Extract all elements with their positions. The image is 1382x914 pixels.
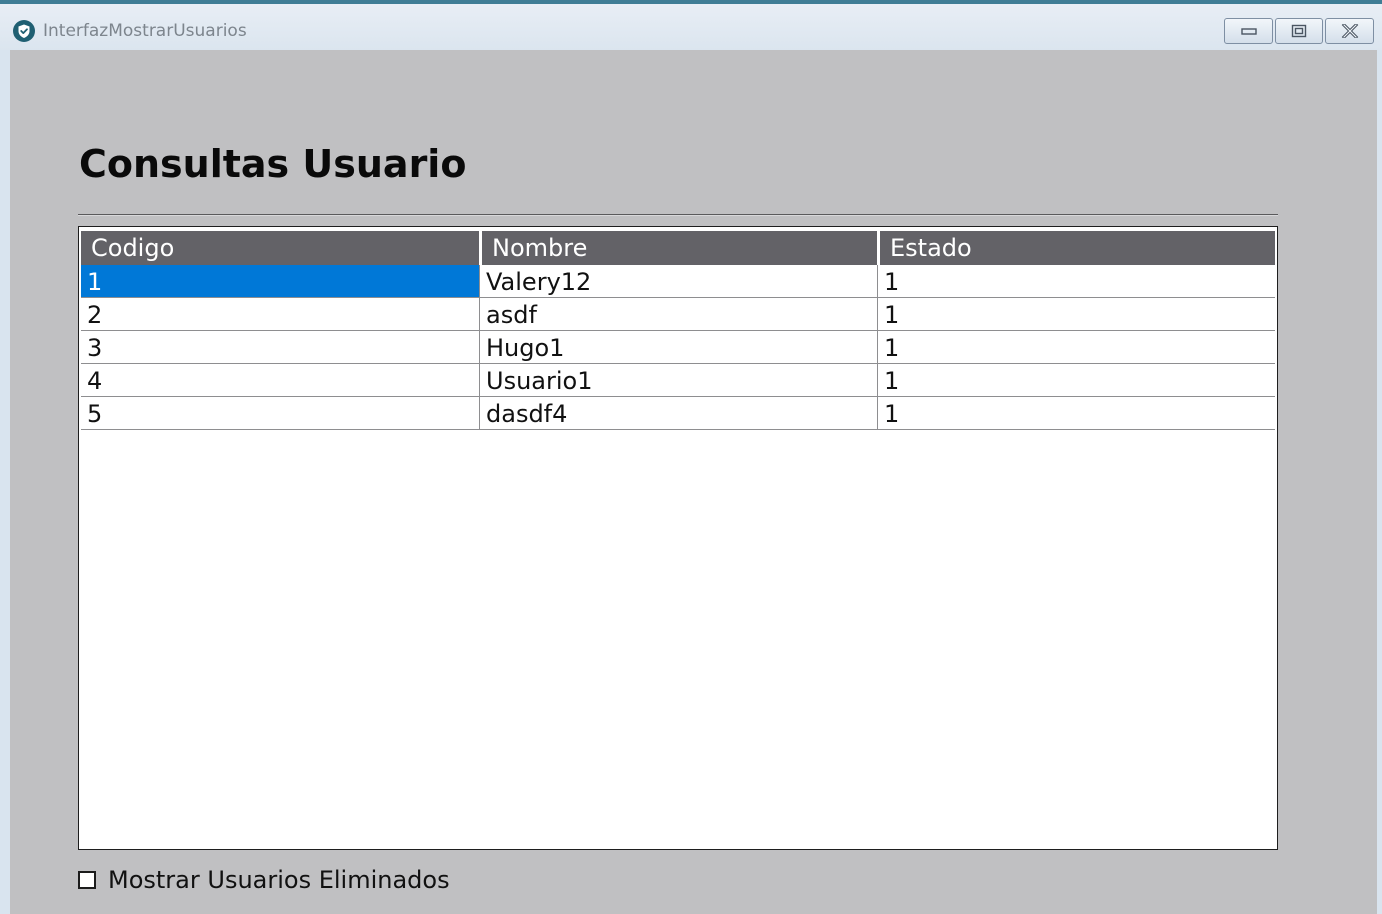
cell-codigo[interactable]: 3 — [81, 331, 479, 363]
form-content: Consultas Usuario Codigo Nombre Estado 1… — [10, 50, 1377, 914]
cell-nombre[interactable]: Valery12 — [479, 265, 877, 297]
page-title: Consultas Usuario — [79, 142, 467, 186]
table-row[interactable]: 1 Valery12 1 — [81, 265, 1275, 298]
show-deleted-checkbox[interactable] — [78, 871, 96, 889]
cell-codigo[interactable]: 5 — [81, 397, 479, 429]
table-header: Codigo Nombre Estado — [81, 231, 1275, 265]
maximize-button[interactable] — [1275, 18, 1323, 44]
cell-nombre[interactable]: dasdf4 — [479, 397, 877, 429]
heading-separator — [78, 214, 1278, 216]
cell-nombre[interactable]: Usuario1 — [479, 364, 877, 396]
show-deleted-label[interactable]: Mostrar Usuarios Eliminados — [108, 866, 450, 894]
table-body: 1 Valery12 1 2 asdf 1 3 Hugo1 1 4 Usuari… — [81, 265, 1275, 430]
show-deleted-option[interactable]: Mostrar Usuarios Eliminados — [78, 866, 450, 894]
cell-estado[interactable]: 1 — [877, 364, 1275, 396]
cell-estado[interactable]: 1 — [877, 397, 1275, 429]
table-row[interactable]: 3 Hugo1 1 — [81, 331, 1275, 364]
column-header-codigo[interactable]: Codigo — [81, 231, 479, 265]
maximize-icon — [1291, 24, 1307, 38]
close-icon — [1341, 24, 1359, 38]
cell-nombre[interactable]: asdf — [479, 298, 877, 330]
cell-codigo[interactable]: 1 — [81, 265, 479, 297]
cell-nombre[interactable]: Hugo1 — [479, 331, 877, 363]
cell-estado[interactable]: 1 — [877, 331, 1275, 363]
cell-estado[interactable]: 1 — [877, 265, 1275, 297]
cell-estado[interactable]: 1 — [877, 298, 1275, 330]
column-header-estado[interactable]: Estado — [877, 231, 1275, 265]
table-row[interactable]: 2 asdf 1 — [81, 298, 1275, 331]
app-window: InterfazMostrarUsuarios Consultas Usuari… — [0, 4, 1382, 914]
table-row[interactable]: 4 Usuario1 1 — [81, 364, 1275, 397]
cell-codigo[interactable]: 4 — [81, 364, 479, 396]
window-title: InterfazMostrarUsuarios — [43, 21, 247, 41]
cell-codigo[interactable]: 2 — [81, 298, 479, 330]
shield-check-icon — [13, 20, 35, 42]
title-bar[interactable]: InterfazMostrarUsuarios — [0, 4, 1382, 50]
column-header-nombre[interactable]: Nombre — [479, 231, 877, 265]
table-row[interactable]: 5 dasdf4 1 — [81, 397, 1275, 430]
close-button[interactable] — [1325, 18, 1374, 44]
minimize-icon — [1240, 26, 1257, 36]
users-table[interactable]: Codigo Nombre Estado 1 Valery12 1 2 asdf… — [78, 226, 1278, 850]
minimize-button[interactable] — [1224, 18, 1273, 44]
